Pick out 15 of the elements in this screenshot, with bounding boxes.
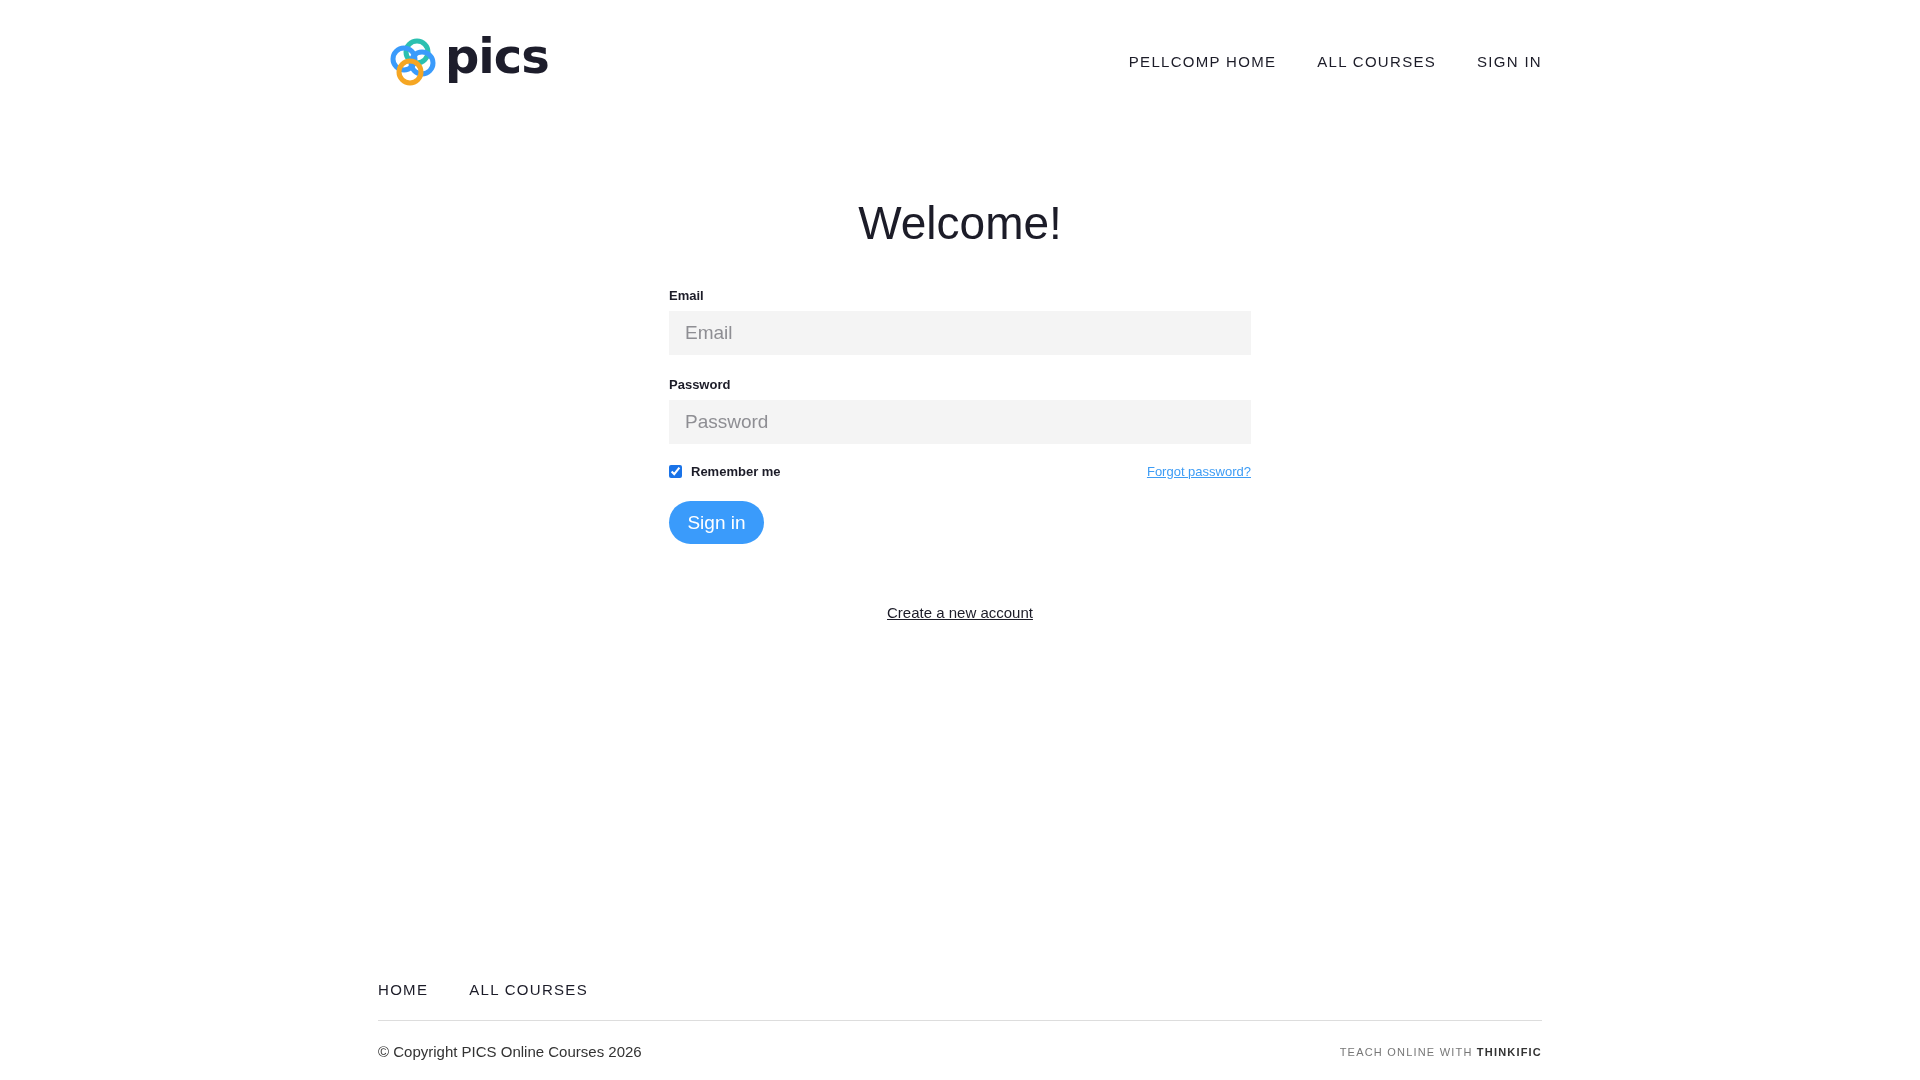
footer-link[interactable]: HOME [378, 981, 429, 998]
create-account-link[interactable]: Create a new account [887, 604, 1033, 621]
nav-link[interactable]: ALL COURSES [1317, 52, 1437, 70]
copyright-text: © Copyright PICS Online Courses 2026 [378, 1043, 642, 1060]
nav-link[interactable]: SIGN IN [1477, 52, 1542, 70]
field-label: Password [669, 377, 732, 392]
remember-checkbox[interactable] [669, 465, 682, 478]
page-title: Welcome! [858, 196, 1062, 250]
footer-link[interactable]: ALL COURSES [469, 981, 588, 998]
remember-label: Remember me [691, 464, 781, 479]
input-field[interactable]: Email [669, 311, 1251, 355]
nav-link[interactable]: PELLCOMP HOME [1128, 52, 1277, 70]
thinkific-badge[interactable]: TEACH ONLINE WITH THINKIFIC [1339, 1045, 1542, 1058]
field-label: Email [669, 288, 705, 303]
input-field[interactable]: Password [669, 400, 1251, 444]
